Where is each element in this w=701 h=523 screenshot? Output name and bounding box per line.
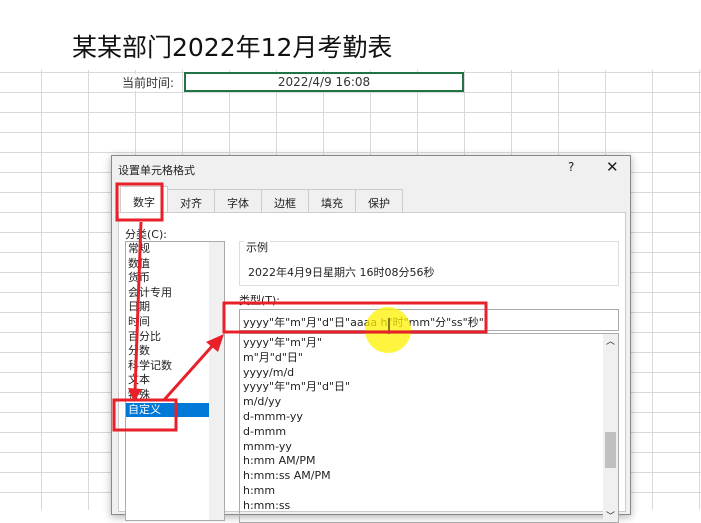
time-cell[interactable]: 2022/4/9 16:08 xyxy=(184,72,464,92)
sample-label: 示例 xyxy=(244,239,270,255)
sheet-title: 某某部门2022年12月考勤表 xyxy=(72,33,393,62)
category-list[interactable]: 常规 数值 货币 会计专用 日期 时间 百分比 分数 科学记数 文本 特殊 自定… xyxy=(125,241,225,521)
category-item-custom[interactable]: 自定义 xyxy=(126,402,213,418)
type-item[interactable]: yyyy"年"m"月" xyxy=(240,336,618,351)
time-label: 当前时间: xyxy=(118,74,179,91)
type-item[interactable]: h:mm:ss xyxy=(240,499,618,514)
type-list-scrollbar[interactable]: ︿ ﹀ xyxy=(603,334,618,522)
sample-value: 2022年4月9日星期六 16时08分56秒 xyxy=(248,266,435,279)
type-item[interactable]: yyyy/m/d xyxy=(240,366,618,381)
type-item[interactable]: h:mm AM/PM xyxy=(240,454,618,469)
type-list[interactable]: yyyy"年"m"月" m"月"d"日" yyyy/m/d yyyy"年"m"月… xyxy=(239,333,619,523)
number-pane: 分类(C): 常规 数值 货币 会计专用 日期 时间 百分比 分数 科学记数 文… xyxy=(118,212,626,523)
scroll-thumb[interactable] xyxy=(605,432,616,468)
help-button[interactable]: ? xyxy=(568,160,574,174)
type-item[interactable]: m/d/yy xyxy=(240,395,618,410)
dialog-title: 设置单元格格式 xyxy=(118,164,195,177)
scroll-up-icon[interactable]: ︿ xyxy=(603,334,618,347)
type-item[interactable]: m"月"d"日" xyxy=(240,351,618,366)
type-item[interactable]: mmm-yy xyxy=(240,440,618,455)
type-label: 类型(T): xyxy=(239,294,281,307)
category-scrollbar[interactable] xyxy=(209,242,224,520)
scroll-down-icon[interactable]: ﹀ xyxy=(603,509,618,522)
category-label: 分类(C): xyxy=(125,228,167,241)
format-cells-dialog: 设置单元格格式 ? ✕ 数字 对齐 字体 边框 填充 保护 分类(C): 常规 … xyxy=(111,155,631,523)
close-icon[interactable]: ✕ xyxy=(606,158,619,176)
type-item[interactable]: d-mmm-yy xyxy=(240,410,618,425)
type-input[interactable]: yyyy"年"m"月"d"日"aaaa h"时"mm"分"ss"秒" xyxy=(239,309,619,331)
type-item[interactable]: d-mmm xyxy=(240,425,618,440)
type-item[interactable]: h:mm xyxy=(240,484,618,499)
sample-group: 示例 2022年4月9日星期六 16时08分56秒 xyxy=(239,239,619,286)
type-item[interactable]: yyyy"年"m"月"d"日" xyxy=(240,380,618,395)
type-item[interactable]: h:mm:ss AM/PM xyxy=(240,469,618,484)
